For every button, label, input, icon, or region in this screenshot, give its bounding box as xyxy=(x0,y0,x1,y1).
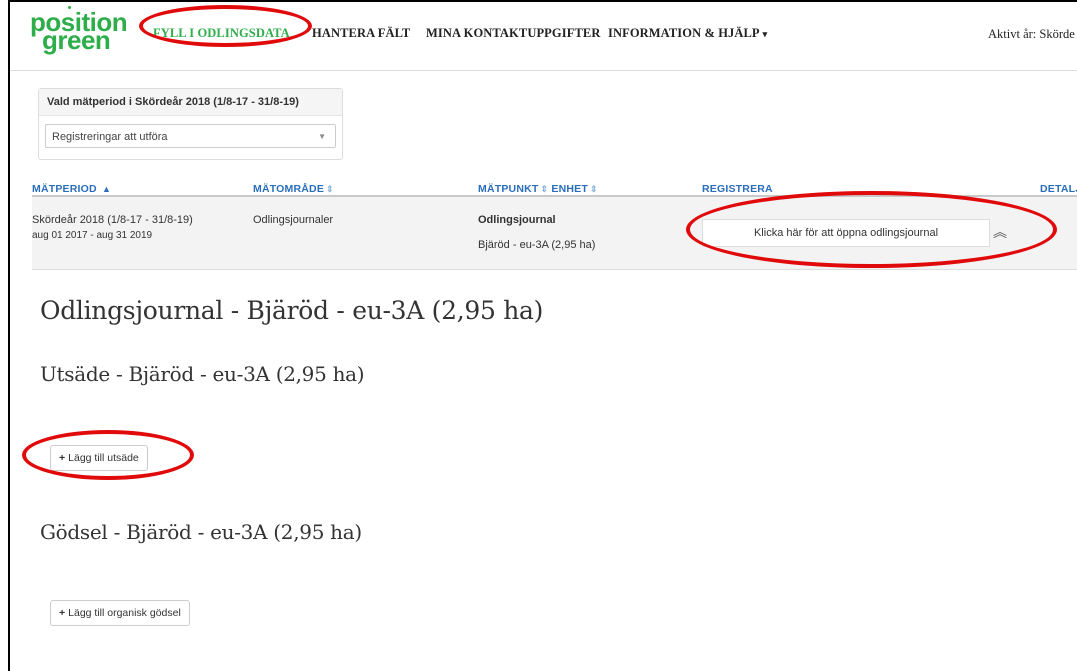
registrations-select[interactable]: Registreringar att utföra ▼ xyxy=(45,124,336,148)
logo-dot xyxy=(68,6,71,9)
column-header-matperiod[interactable]: MÄTPERIOD ▲ xyxy=(32,183,111,195)
top-navbar: position green FYLL I ODLINGSDATA HANTER… xyxy=(10,2,1077,71)
column-header-matperiod-label: MÄTPERIOD xyxy=(32,183,97,195)
column-header-matpunkt[interactable]: MÄTPUNKT ⇕ ENHET ⇕ xyxy=(478,183,598,195)
row-area: Odlingsjournaler xyxy=(253,214,334,226)
plus-icon: + xyxy=(59,452,66,464)
plus-icon: + xyxy=(59,607,66,619)
column-header-detalj: DETALJ xyxy=(1040,183,1077,195)
journal-title: Odlingsjournal - Bjäröd - eu-3A (2,95 ha… xyxy=(40,296,544,325)
column-header-matomrade[interactable]: MÄTOMRÅDE ⇕ xyxy=(253,183,334,195)
add-utsade-button[interactable]: + Lägg till utsäde xyxy=(50,445,148,471)
utsade-heading: Utsäde - Bjäröd - eu-3A (2,95 ha) xyxy=(40,362,365,386)
column-header-registrera: REGISTRERA xyxy=(702,183,773,195)
nav-information-label: INFORMATION & HJÄLP xyxy=(608,26,760,40)
row-period: Skördeår 2018 (1/8-17 - 31/8-19) xyxy=(32,214,193,226)
column-header-matpunkt-label: MÄTPUNKT xyxy=(478,183,539,195)
active-year-label[interactable]: Aktivt år: Skörde xyxy=(988,27,1075,42)
nav-hantera-falt[interactable]: HANTERA FÄLT xyxy=(312,26,410,41)
collapse-icon[interactable]: ︽ xyxy=(993,222,1007,242)
sort-icon: ⇕ xyxy=(540,184,549,194)
godsel-heading: Gödsel - Bjäröd - eu-3A (2,95 ha) xyxy=(40,520,362,544)
registrations-select-value: Registreringar att utföra xyxy=(52,131,168,143)
row-dates: aug 01 2017 - aug 31 2019 xyxy=(32,230,153,241)
nav-information-hjalp[interactable]: INFORMATION & HJÄLP ▾ xyxy=(608,26,767,41)
sort-icon: ⇕ xyxy=(326,184,334,194)
row-unit: Bjäröd - eu-3A (2,95 ha) xyxy=(478,239,596,251)
page-frame: position green FYLL I ODLINGSDATA HANTER… xyxy=(8,0,1077,671)
row-point: Odlingsjournal xyxy=(478,214,556,226)
sort-ascending-icon: ▲ xyxy=(101,184,112,194)
period-panel: Vald mätperiod i Skördeår 2018 (1/8-17 -… xyxy=(38,88,343,160)
add-utsade-label: Lägg till utsäde xyxy=(68,452,139,464)
nav-fyll-i-odlingsdata[interactable]: FYLL I ODLINGSDATA xyxy=(153,26,290,41)
open-odlingsjournal-button[interactable]: Klicka här för att öppna odlingsjournal xyxy=(702,219,990,247)
add-godsel-label: Lägg till organisk gödsel xyxy=(68,607,181,619)
sort-icon: ⇕ xyxy=(589,184,598,194)
column-header-matomrade-label: MÄTOMRÅDE xyxy=(253,183,325,195)
dropdown-arrow-icon: ▼ xyxy=(318,132,326,141)
period-heading: Vald mätperiod i Skördeår 2018 (1/8-17 -… xyxy=(39,89,342,116)
position-green-logo[interactable]: position green xyxy=(30,6,128,53)
chevron-down-icon: ▾ xyxy=(762,29,768,39)
add-organisk-godsel-button[interactable]: + Lägg till organisk gödsel xyxy=(50,600,190,626)
nav-mina-kontaktuppgifter[interactable]: MINA KONTAKTUPPGIFTER xyxy=(426,26,600,41)
column-header-enhet-label: ENHET xyxy=(551,183,588,195)
